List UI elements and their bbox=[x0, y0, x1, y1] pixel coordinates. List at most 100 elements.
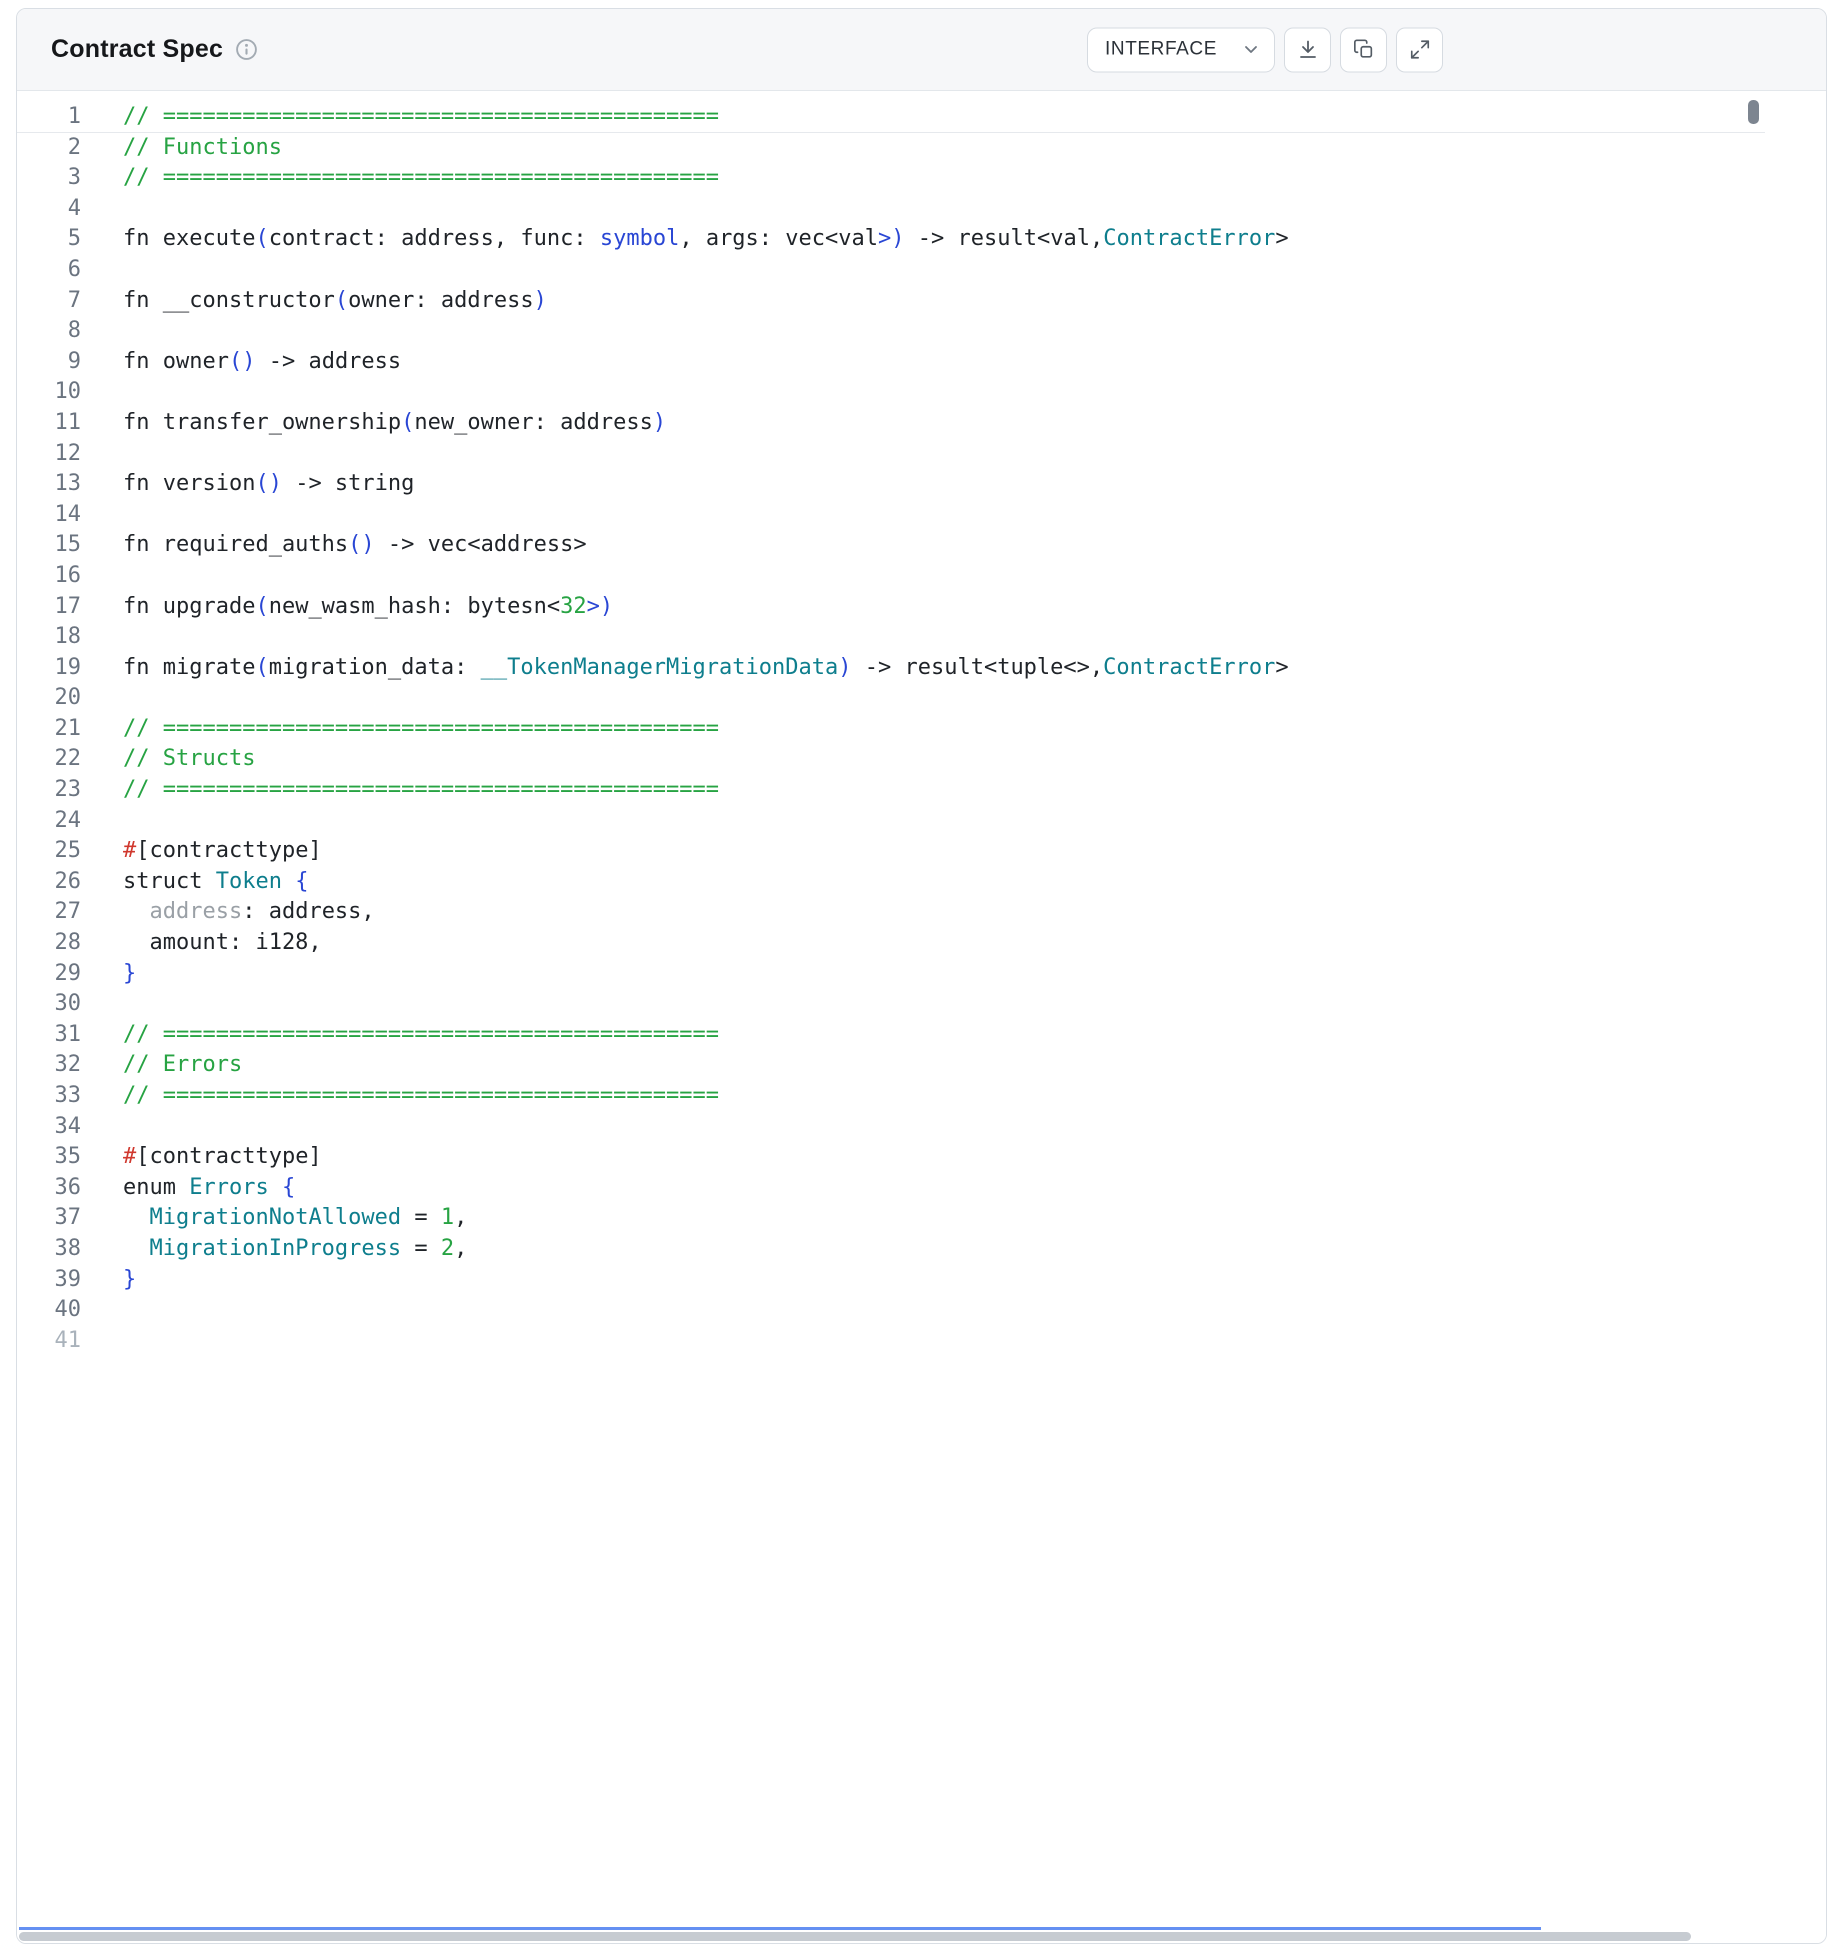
code-line: 26struct Token { bbox=[17, 867, 1765, 898]
code-line: 1// ====================================… bbox=[17, 102, 1765, 133]
code-text: // Structs bbox=[81, 744, 255, 775]
code-line: 27 address: address, bbox=[17, 897, 1765, 928]
code-text: // =====================================… bbox=[81, 1020, 719, 1051]
code-line: 36enum Errors { bbox=[17, 1173, 1765, 1204]
code-line: 24 bbox=[17, 806, 1765, 837]
line-number: 17 bbox=[17, 592, 81, 623]
code-line: 34 bbox=[17, 1112, 1765, 1143]
code-text: // =====================================… bbox=[81, 102, 719, 132]
line-number: 1 bbox=[17, 102, 81, 132]
code-text: // Functions bbox=[81, 133, 282, 164]
code-line: 33// ===================================… bbox=[17, 1081, 1765, 1112]
code-line: 20 bbox=[17, 683, 1765, 714]
line-number: 10 bbox=[17, 377, 81, 408]
code-text: fn upgrade(new_wasm_hash: bytesn<32>) bbox=[81, 592, 613, 623]
code-text bbox=[81, 561, 123, 592]
code-text: fn required_auths() -> vec<address> bbox=[81, 530, 587, 561]
line-number: 2 bbox=[17, 133, 81, 164]
code-text: } bbox=[81, 959, 136, 990]
line-number: 33 bbox=[17, 1081, 81, 1112]
line-number: 14 bbox=[17, 500, 81, 531]
code-line: 30 bbox=[17, 989, 1765, 1020]
code-text: // =====================================… bbox=[81, 163, 719, 194]
line-number: 11 bbox=[17, 408, 81, 439]
code-text: enum Errors { bbox=[81, 1173, 295, 1204]
info-icon[interactable] bbox=[235, 38, 258, 61]
code-text: fn migrate(migration_data: __TokenManage… bbox=[81, 653, 1289, 684]
code-line: 41 bbox=[17, 1326, 1765, 1357]
panel-header: Contract Spec INTERFACE bbox=[17, 9, 1826, 91]
code-line: 32// Errors bbox=[17, 1050, 1765, 1081]
code-line: 37 MigrationNotAllowed = 1, bbox=[17, 1203, 1765, 1234]
code-text bbox=[81, 622, 123, 653]
line-number: 9 bbox=[17, 347, 81, 378]
code-text: amount: i128, bbox=[81, 928, 322, 959]
line-number: 18 bbox=[17, 622, 81, 653]
line-number: 37 bbox=[17, 1203, 81, 1234]
code-line: 25#[contracttype] bbox=[17, 836, 1765, 867]
line-number: 35 bbox=[17, 1142, 81, 1173]
copy-button[interactable] bbox=[1340, 27, 1387, 72]
code-line: 35#[contracttype] bbox=[17, 1142, 1765, 1173]
line-number: 8 bbox=[17, 316, 81, 347]
line-number: 4 bbox=[17, 194, 81, 225]
contract-spec-panel: Contract Spec INTERFACE bbox=[16, 8, 1827, 1944]
code-text bbox=[81, 500, 123, 531]
fullscreen-button[interactable] bbox=[1396, 27, 1443, 72]
code-text: fn version() -> string bbox=[81, 469, 414, 500]
code-line: 3// ====================================… bbox=[17, 163, 1765, 194]
line-number: 25 bbox=[17, 836, 81, 867]
vertical-scrollbar-thumb[interactable] bbox=[1748, 100, 1759, 124]
code-text: // =====================================… bbox=[81, 1081, 719, 1112]
code-line: 38 MigrationInProgress = 2, bbox=[17, 1234, 1765, 1265]
line-number: 19 bbox=[17, 653, 81, 684]
view-select[interactable]: INTERFACE bbox=[1087, 27, 1275, 72]
code-line: 10 bbox=[17, 377, 1765, 408]
line-number: 21 bbox=[17, 714, 81, 745]
code-line: 29} bbox=[17, 959, 1765, 990]
line-number: 41 bbox=[17, 1326, 81, 1357]
line-number: 32 bbox=[17, 1050, 81, 1081]
header-controls: INTERFACE bbox=[1087, 27, 1443, 72]
line-number: 16 bbox=[17, 561, 81, 592]
code-text: fn __constructor(owner: address) bbox=[81, 286, 547, 317]
download-icon bbox=[1297, 39, 1319, 61]
code-text bbox=[81, 316, 123, 347]
download-button[interactable] bbox=[1284, 27, 1331, 72]
code-line: 40 bbox=[17, 1295, 1765, 1326]
code-text bbox=[81, 439, 123, 470]
line-number: 30 bbox=[17, 989, 81, 1020]
horizontal-scrollbar-thumb[interactable] bbox=[19, 1932, 1691, 1941]
code-line: 11fn transfer_ownership(new_owner: addre… bbox=[17, 408, 1765, 439]
code-text bbox=[81, 683, 123, 714]
code-text: MigrationInProgress = 2, bbox=[81, 1234, 467, 1265]
code-lines: 1// ====================================… bbox=[17, 102, 1765, 1356]
code-text: fn owner() -> address bbox=[81, 347, 401, 378]
code-line: 31// ===================================… bbox=[17, 1020, 1765, 1051]
code-line: 19fn migrate(migration_data: __TokenMana… bbox=[17, 653, 1765, 684]
line-number: 24 bbox=[17, 806, 81, 837]
code-editor[interactable]: 1// ====================================… bbox=[17, 91, 1765, 1356]
code-line: 8 bbox=[17, 316, 1765, 347]
code-text bbox=[81, 1326, 123, 1357]
chevron-down-icon bbox=[1241, 40, 1261, 60]
line-number: 22 bbox=[17, 744, 81, 775]
code-text bbox=[81, 806, 123, 837]
code-line: 13fn version() -> string bbox=[17, 469, 1765, 500]
line-number: 27 bbox=[17, 897, 81, 928]
code-text bbox=[81, 377, 123, 408]
line-number: 6 bbox=[17, 255, 81, 286]
line-number: 34 bbox=[17, 1112, 81, 1143]
line-number: 5 bbox=[17, 224, 81, 255]
code-line: 22// Structs bbox=[17, 744, 1765, 775]
code-text bbox=[81, 1112, 123, 1143]
line-number: 28 bbox=[17, 928, 81, 959]
code-text bbox=[81, 989, 123, 1020]
code-line: 7fn __constructor(owner: address) bbox=[17, 286, 1765, 317]
horizontal-scrollbar[interactable] bbox=[17, 1930, 1826, 1943]
code-line: 14 bbox=[17, 500, 1765, 531]
code-text: #[contracttype] bbox=[81, 1142, 322, 1173]
code-text: address: address, bbox=[81, 897, 375, 928]
code-text: // =====================================… bbox=[81, 775, 719, 806]
line-number: 38 bbox=[17, 1234, 81, 1265]
